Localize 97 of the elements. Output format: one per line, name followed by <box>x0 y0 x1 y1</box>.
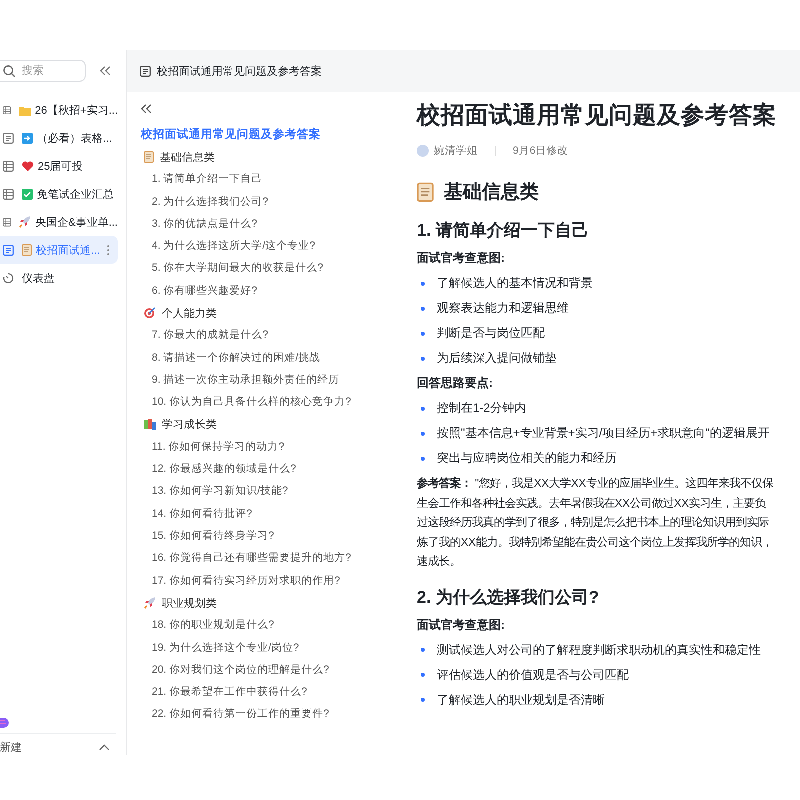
outline-item[interactable]: 3. 你的优缺点是什么? <box>141 212 417 236</box>
question-heading: 2. 为什么选择我们公司? <box>417 586 600 608</box>
bullet-icon <box>421 356 425 360</box>
outline-title[interactable]: 校招面试通用常见问题及参考答案 <box>141 124 417 146</box>
bullet-icon <box>421 406 425 410</box>
subheading: 面试官考查意图: <box>417 250 506 267</box>
bullet-text: 判断是否与岗位匹配 <box>437 325 545 342</box>
outline-item[interactable]: 18. 你的职业规划是什么? <box>141 614 417 637</box>
outline-item[interactable]: 17. 你如何看待实习经历对求职的作用? <box>141 570 417 592</box>
bullet-text: 评估候选人的价值观是否与公司匹配 <box>437 666 629 684</box>
table-icon <box>3 160 14 172</box>
bullet-icon <box>421 673 425 677</box>
table-icon <box>3 188 14 200</box>
sidebar-item[interactable]: 校招面试通... <box>0 236 118 264</box>
outline-item[interactable]: 6. 你有哪些兴趣爱好? <box>141 280 417 302</box>
bullet-text: 了解候选人的基本情况和背景 <box>437 275 593 292</box>
sidebar-item[interactable]: 25届可投 <box>0 152 118 180</box>
outline-item[interactable]: 14. 你如何看待批评? <box>141 502 417 526</box>
outline-item[interactable]: 8. 请描述一个你解决过的困难/挑战 <box>141 346 417 369</box>
outline-item[interactable]: 1. 请简单介绍一下自己 <box>141 168 417 191</box>
bullet-icon <box>421 698 425 702</box>
folder-icon <box>19 104 32 116</box>
sidebar-item[interactable]: 仪表盘 <box>0 264 118 292</box>
outline-item[interactable]: 7. 你最大的成就是什么? <box>141 324 417 347</box>
outline-item[interactable]: 12. 你最感兴趣的领域是什么? <box>141 458 417 480</box>
collapse-icon[interactable] <box>141 104 152 114</box>
bullet-text: 了解候选人的职业规划是否清晰 <box>437 692 605 708</box>
avatar <box>417 145 429 157</box>
outline-item[interactable]: 20. 你对我们这个岗位的理解是什么? <box>141 658 417 682</box>
outline-heading[interactable]: 基础信息类 <box>160 150 215 165</box>
document-icon <box>3 132 14 144</box>
bullet-icon <box>421 432 425 436</box>
bullet-icon <box>421 648 425 652</box>
outline-heading[interactable]: 个人能力类 <box>162 306 217 321</box>
table-icon <box>3 104 12 116</box>
caret-up-icon[interactable] <box>99 744 110 751</box>
document-title: 校招面试通用常见问题及参考答案 <box>415 101 778 130</box>
bullet-text: 按照"基本信息+专业背景+实习/项目经历+求职意向"的逻辑展开 <box>437 425 770 442</box>
table-icon <box>3 216 12 228</box>
outline-item[interactable]: 5. 你在大学期间最大的收获是什么? <box>141 257 417 280</box>
document-icon <box>3 244 14 256</box>
answer-text: 生会工作和各种社会实践。去年暑假我在XX公司做过XX实习生，主要负 <box>417 496 768 512</box>
sidebar-item[interactable]: （必看）表格... <box>0 124 118 152</box>
answer-text: 炼了我的XX能力。我特别希望能在贵公司这个岗位上发挥我所学的知识， <box>417 535 774 550</box>
bullet-icon <box>421 282 425 286</box>
document-tab-title: 校招面试通用常见问题及参考答案 <box>157 64 322 78</box>
modified-date: 9月6日修改 <box>513 144 569 158</box>
sidebar-item[interactable]: 免笔试企业汇总 <box>0 180 118 208</box>
clipboard-icon <box>22 244 32 256</box>
checkbox-icon <box>22 188 33 200</box>
target-icon <box>144 307 156 320</box>
books-icon <box>144 419 156 430</box>
outline-item[interactable]: 21. 你最希望在工作中获得什么? <box>141 681 417 704</box>
section-heading: 基础信息类 <box>444 181 539 205</box>
outline-heading[interactable]: 职业规划类 <box>162 596 217 611</box>
search-field[interactable]: 搜索 <box>0 60 86 82</box>
sidebar-item[interactable]: 央国企&事业单... <box>0 208 118 236</box>
outline-item[interactable]: 19. 为什么选择这个专业/岗位? <box>141 636 417 659</box>
clipboard-icon <box>417 182 434 202</box>
more-icon[interactable] <box>107 244 110 256</box>
outline-item[interactable]: 9. 描述一次你主动承担额外责任的经历 <box>141 368 417 392</box>
bullet-icon <box>421 306 425 310</box>
outline-item[interactable]: 22. 你如何看待第一份工作的重要件? <box>141 703 417 726</box>
answer-text: 速成长。 <box>417 554 462 570</box>
bullet-text: 突出与应聘岗位相关的能力和经历 <box>437 450 617 467</box>
bullet-text: 为后续深入提问做铺垫 <box>437 350 557 367</box>
answer-text: 参考答案： "您好，我是XX大学XX专业的应届毕业生。这四年来我不仅保 <box>417 476 774 492</box>
outline-item[interactable]: 10. 你认为自己具备什么样的核心竞争力? <box>141 391 417 414</box>
subheading: 回答思路要点: <box>417 375 494 392</box>
subheading: 面试官考查意图: <box>417 616 506 634</box>
outline-item[interactable]: 2. 为什么选择我们公司? <box>141 190 417 213</box>
question-heading: 1. 请简单介绍一下自己 <box>417 220 590 242</box>
clipboard-icon <box>144 151 154 164</box>
outline-item[interactable]: 4. 为什么选择这所大学/这个专业? <box>141 235 417 258</box>
outline-item[interactable]: 11. 你如何保持学习的动力? <box>141 436 417 458</box>
bullet-text: 控制在1-2分钟内 <box>437 400 526 417</box>
document-icon <box>140 66 151 76</box>
bullet-text: 测试候选人对公司的了解程度判断求职动机的真实性和稳定性 <box>437 642 761 658</box>
answer-text: 过这段经历我真的学到了很多，特别是怎么把书本上的理论知识用到实际 <box>417 515 770 531</box>
dashboard-icon <box>3 272 14 284</box>
rocket-icon <box>19 216 32 228</box>
search-icon <box>3 65 16 78</box>
outline-item[interactable]: 15. 你如何看待终身学习? <box>141 525 417 548</box>
outline-heading[interactable]: 学习成长类 <box>162 417 217 432</box>
rocket-icon <box>144 597 156 610</box>
outline-item[interactable]: 13. 你如何学习新知识/技能? <box>141 480 417 503</box>
heart-icon <box>22 160 34 172</box>
author-name[interactable]: 婉清学姐 <box>434 144 478 158</box>
bullet-text: 观察表达能力和逻辑思维 <box>437 300 569 317</box>
brain-icon <box>0 717 10 729</box>
bullet-icon <box>421 332 425 336</box>
collapse-icon[interactable] <box>100 66 111 76</box>
bullet-icon <box>421 456 425 460</box>
outline-item[interactable]: 16. 你觉得自己还有哪些需要提升的地方? <box>141 547 417 570</box>
sidebar-item[interactable]: 26【秋招+实习... <box>0 96 118 124</box>
new-button[interactable]: 新建 <box>0 740 22 755</box>
arrow-box-icon <box>22 132 33 144</box>
